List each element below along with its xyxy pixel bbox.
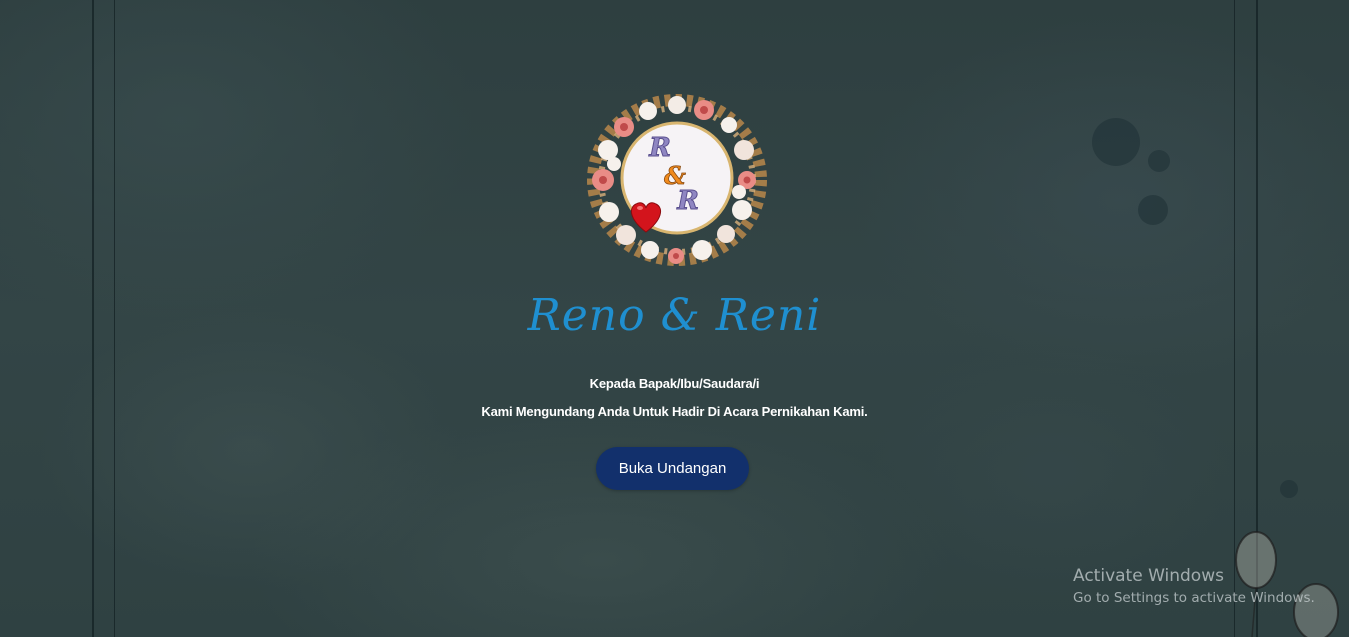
open-invitation-button[interactable]: Buka Undangan xyxy=(596,447,749,490)
monogram-letter-bottom: R xyxy=(676,186,699,216)
couple-name: Reno & Reni xyxy=(527,290,822,341)
floral-monogram-wreath: R & R xyxy=(587,94,767,266)
monogram-letter-top: R xyxy=(648,133,671,163)
cover-section: R & R Reno & Reni Kepada Bapak/Ibu/Sauda… xyxy=(0,0,1349,637)
greeting-invitation-text: Kami Mengundang Anda Untuk Hadir Di Acar… xyxy=(481,404,868,419)
activation-subtitle: Go to Settings to activate Windows. xyxy=(1073,590,1315,606)
greeting-recipient: Kepada Bapak/Ibu/Saudara/i xyxy=(589,376,760,391)
windows-activation-watermark: Activate Windows Go to Settings to activ… xyxy=(1073,566,1315,606)
activation-title: Activate Windows xyxy=(1073,566,1224,586)
